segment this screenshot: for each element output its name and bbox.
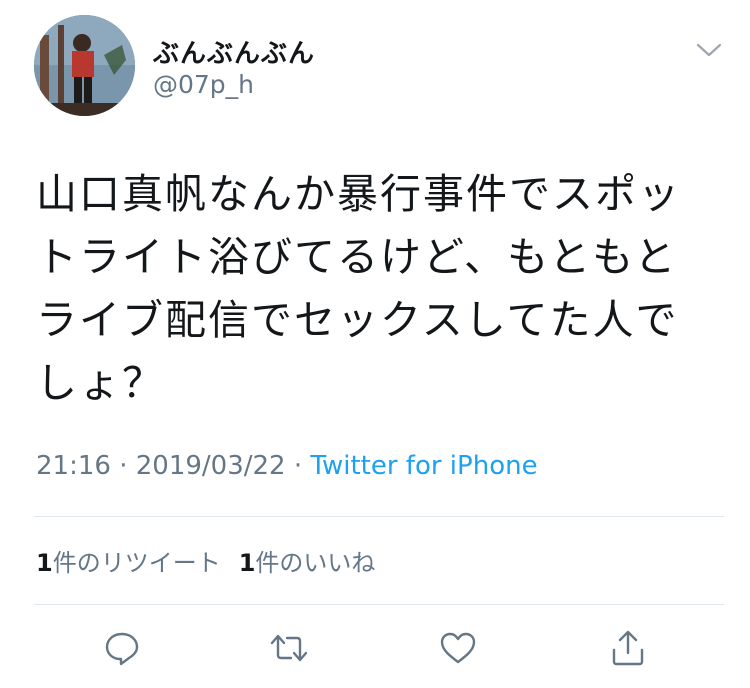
avatar-photo [34, 15, 135, 116]
divider [34, 516, 724, 517]
user-handle[interactable]: @07p_h [153, 70, 254, 99]
retweet-label: 件のリツイート [52, 549, 221, 577]
reply-icon [105, 632, 139, 666]
like-label: 件のいいね [255, 549, 376, 577]
meta-separator: · [110, 451, 136, 481]
tweet-source-link[interactable]: Twitter for iPhone [310, 451, 537, 481]
tweet-detail: ぶんぶんぶん @07p_h 山口真帆なんか暴行事件でスポッ トライト浴びてるけど… [0, 0, 750, 688]
tweet-meta: 21:16 · 2019/03/22 · Twitter for iPhone [36, 451, 538, 481]
tweet-stats: 1件のリツイート 1件のいいね [36, 543, 393, 578]
like-count: 1 [238, 549, 256, 577]
divider [34, 604, 724, 605]
retweet-count: 1 [36, 549, 53, 577]
retweet-icon [270, 634, 308, 662]
retweet-button[interactable] [268, 627, 310, 669]
tweet-date: 2019/03/22 [135, 451, 286, 481]
like-button[interactable] [437, 627, 479, 669]
tweet-time: 21:16 [36, 451, 111, 481]
tweet-text: 山口真帆なんか暴行事件でスポッ トライト浴びてるけど、もともと ライブ配信でセッ… [36, 170, 681, 407]
retweet-stat[interactable]: 1件のリツイート [36, 549, 221, 577]
reply-button[interactable] [101, 627, 143, 669]
share-icon [612, 630, 644, 666]
meta-separator: · [285, 451, 311, 481]
display-name[interactable]: ぶんぶんぶん [153, 33, 315, 70]
chevron-down-icon[interactable] [694, 38, 724, 62]
share-button[interactable] [607, 627, 649, 669]
like-stat[interactable]: 1件のいいね [239, 549, 376, 577]
avatar[interactable] [34, 15, 135, 116]
heart-icon [440, 632, 476, 664]
